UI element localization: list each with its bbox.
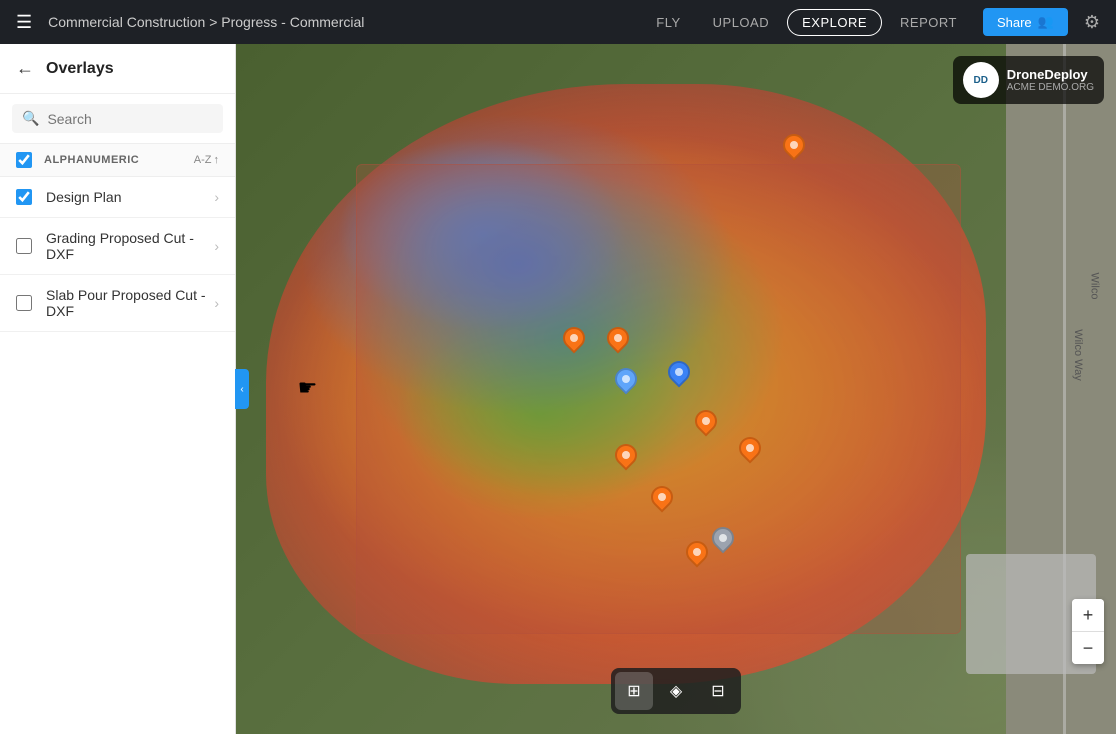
nav-explore[interactable]: EXPLORE [787, 9, 882, 36]
select-all-checkbox[interactable] [16, 152, 32, 168]
topbar-nav: FLY UPLOAD EXPLORE REPORT [642, 9, 971, 36]
column-header-row: ALPHANUMERIC A-Z ↑ [0, 144, 235, 177]
map-pin-5[interactable] [667, 361, 691, 391]
search-input[interactable] [47, 111, 213, 127]
map-pin-2[interactable] [562, 327, 586, 357]
column-label: ALPHANUMERIC [44, 154, 194, 166]
map-ctrl-layer-button[interactable]: ◈ [657, 672, 695, 710]
map-pin-10[interactable] [685, 541, 709, 571]
map-pin-3[interactable] [606, 327, 630, 357]
chevron-right-icon: › [214, 189, 219, 205]
nav-fly[interactable]: FLY [642, 9, 694, 36]
collapse-icon: ‹ [240, 384, 243, 395]
chevron-right-icon-2: › [214, 238, 219, 254]
sidebar-title: Overlays [46, 60, 114, 78]
map-pin-6[interactable] [694, 410, 718, 440]
map-pin-7[interactable] [614, 444, 638, 474]
road-label-wilco: Wilco [1089, 272, 1101, 299]
map-pin-11[interactable] [711, 527, 735, 557]
drone-deploy-logo: DD DroneDeploy ACME DEMO.ORG [953, 56, 1104, 104]
checkbox-design-plan[interactable] [16, 189, 32, 205]
checkbox-grading[interactable] [16, 238, 32, 254]
sidebar-header: ← Overlays [0, 44, 235, 94]
sort-label: A-Z [194, 154, 212, 166]
map-ctrl-view-button[interactable]: ⊟ [699, 672, 737, 710]
chevron-right-icon-3: › [214, 295, 219, 311]
main-layout: ← Overlays 🔍 ALPHANUMERIC A-Z ↑ Design P… [0, 44, 1116, 734]
zoom-in-button[interactable]: + [1072, 599, 1104, 631]
share-users-icon: 👥 [1038, 14, 1054, 30]
overlay-item-grading[interactable]: Grading Proposed Cut - DXF › [0, 218, 235, 275]
road-label-wilco-way: Wilco Way [1072, 329, 1084, 381]
share-button[interactable]: Share 👥 [983, 8, 1068, 36]
map-pin-1[interactable] [782, 134, 806, 164]
map-pin-4[interactable] [614, 368, 638, 398]
overlay-label-design-plan: Design Plan [46, 189, 214, 205]
dd-sub: ACME DEMO.ORG [1007, 82, 1094, 93]
dd-name: DroneDeploy [1007, 67, 1094, 82]
overlay-item-slab[interactable]: Slab Pour Proposed Cut - DXF › [0, 275, 235, 332]
nav-report[interactable]: REPORT [886, 9, 971, 36]
checkbox-slab[interactable] [16, 295, 32, 311]
search-wrapper: 🔍 [12, 104, 223, 133]
dd-logo-text: DroneDeploy ACME DEMO.ORG [1007, 67, 1094, 93]
share-label: Share [997, 15, 1032, 30]
nav-upload[interactable]: UPLOAD [699, 9, 783, 36]
overlay-label-slab: Slab Pour Proposed Cut - DXF [46, 287, 214, 319]
zoom-out-button[interactable]: − [1072, 632, 1104, 664]
map-ctrl-grid-button[interactable]: ⊞ [615, 672, 653, 710]
construction-site-overlay [356, 164, 961, 634]
map-area[interactable]: Wilco Way Wilco [236, 44, 1116, 734]
sidebar: ← Overlays 🔍 ALPHANUMERIC A-Z ↑ Design P… [0, 44, 236, 734]
menu-icon[interactable]: ☰ [12, 8, 36, 37]
sidebar-search-container: 🔍 [0, 94, 235, 144]
zoom-controls: + − [1072, 599, 1104, 664]
dd-logo-circle: DD [963, 62, 999, 98]
map-pin-8[interactable] [738, 437, 762, 467]
sort-control[interactable]: A-Z ↑ [194, 154, 219, 166]
topbar: ☰ Commercial Construction > Progress - C… [0, 0, 1116, 44]
search-icon: 🔍 [22, 110, 39, 127]
back-icon[interactable]: ← [16, 58, 34, 79]
sidebar-collapse-button[interactable]: ‹ [235, 369, 249, 409]
map-bottom-controls: ⊞ ◈ ⊟ [611, 668, 741, 714]
sort-icon: ↑ [214, 154, 220, 166]
map-pin-9[interactable] [650, 486, 674, 516]
overlay-label-grading: Grading Proposed Cut - DXF [46, 230, 214, 262]
settings-icon[interactable]: ⚙ [1080, 8, 1104, 37]
breadcrumb: Commercial Construction > Progress - Com… [48, 14, 630, 30]
overlay-item-design-plan[interactable]: Design Plan › [0, 177, 235, 218]
